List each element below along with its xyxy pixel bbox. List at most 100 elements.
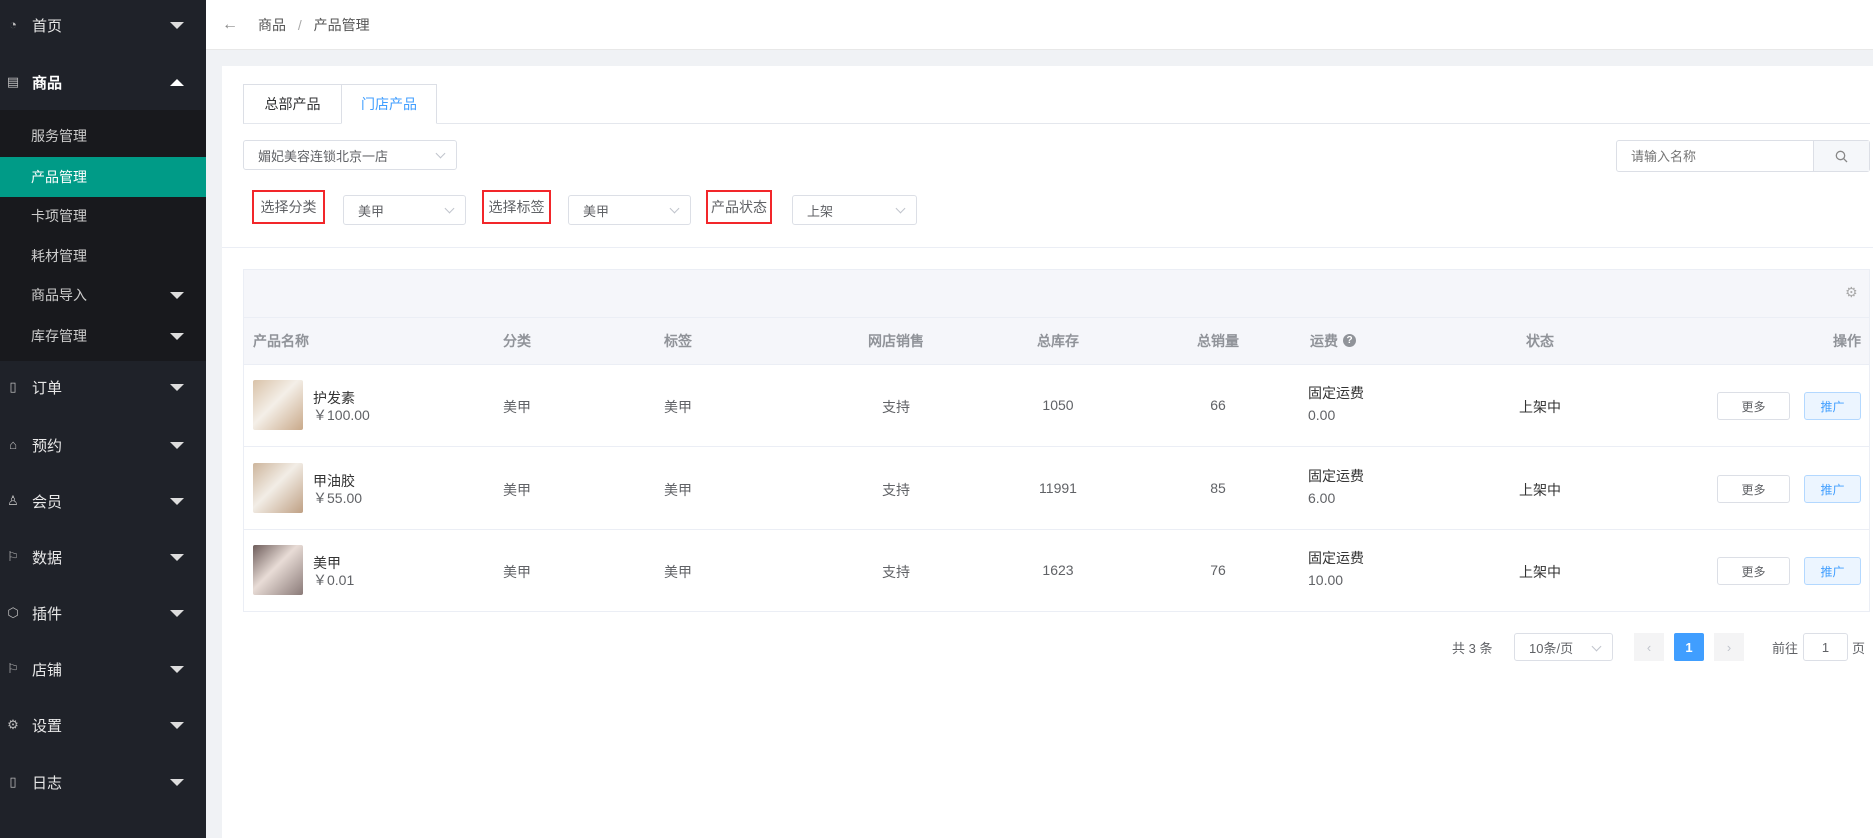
breadcrumb-item[interactable]: 商品 xyxy=(258,17,286,33)
status-filter-label: 产品状态 xyxy=(706,190,772,224)
clipboard-icon: ▯ xyxy=(9,774,17,789)
product-price: ￥0.01 xyxy=(313,572,355,588)
page-suffix: 页 xyxy=(1852,640,1866,656)
search-button[interactable] xyxy=(1813,141,1869,171)
home-icon: ⌂ xyxy=(9,437,17,452)
search-box xyxy=(1616,140,1870,172)
tab-store-products[interactable]: 门店产品 xyxy=(341,84,437,124)
freight-amount: 10.00 xyxy=(1308,572,1344,588)
sidebar-item-home[interactable]: ◔ 首页 xyxy=(0,5,206,45)
cube-icon: ⬡ xyxy=(7,605,19,620)
category-cell: 美甲 xyxy=(503,482,531,498)
product-price: ￥100.00 xyxy=(313,407,370,423)
freight-type: 固定运费 xyxy=(1308,385,1364,401)
sidebar-sub-card[interactable]: 卡项管理 xyxy=(0,196,206,236)
prev-page-button[interactable]: ‹ xyxy=(1634,633,1664,661)
user-icon: ♙ xyxy=(7,493,19,508)
sidebar-item-members[interactable]: ♙ 会员 xyxy=(0,481,206,521)
sidebar-item-settings[interactable]: ⚙ 设置 xyxy=(0,705,206,745)
document-icon: ▤ xyxy=(6,74,20,89)
sidebar-item-shop[interactable]: ⚐ 店铺 xyxy=(0,649,206,689)
caret-down-icon xyxy=(170,666,184,673)
caret-down-icon xyxy=(170,722,184,729)
more-button[interactable]: 更多 xyxy=(1717,392,1790,420)
promote-button[interactable]: 推广 xyxy=(1804,475,1861,503)
flag-icon: ⚐ xyxy=(7,549,19,564)
column-settings-gear-icon[interactable]: ⚙ xyxy=(1845,284,1858,301)
category-cell: 美甲 xyxy=(503,564,531,580)
help-icon[interactable]: ? xyxy=(1343,334,1356,347)
top-header: ← 商品 / 产品管理 xyxy=(206,0,1873,50)
column-header-stock: 总库存 xyxy=(1037,332,1079,349)
column-header-status: 状态 xyxy=(1526,332,1554,349)
back-arrow-icon[interactable]: ← xyxy=(222,16,238,34)
caret-up-icon xyxy=(170,79,184,86)
online-sale-cell: 支持 xyxy=(882,399,910,415)
sidebar-sub-import[interactable]: 商品导入 xyxy=(0,275,206,315)
product-thumbnail xyxy=(253,380,303,430)
sales-cell: 66 xyxy=(1210,397,1226,413)
page-1-button[interactable]: 1 xyxy=(1674,633,1704,661)
tag-cell: 美甲 xyxy=(664,564,692,580)
page-size-select[interactable]: 10条/页 xyxy=(1514,633,1613,661)
caret-down-icon xyxy=(170,498,184,505)
product-thumbnail xyxy=(253,545,303,595)
freight-type: 固定运费 xyxy=(1308,550,1364,566)
caret-down-icon xyxy=(170,554,184,561)
product-price: ￥55.00 xyxy=(313,490,363,506)
status-cell: 上架中 xyxy=(1519,399,1561,415)
tag-cell: 美甲 xyxy=(664,482,692,498)
tag-select[interactable]: 美甲 xyxy=(568,195,691,225)
sidebar: ◔ 首页 ▤ 商品 服务管理 产品管理 卡项管理 耗材管理 商品导入 库存管理 ▯ 订… xyxy=(0,0,206,838)
sidebar-sub-inventory[interactable]: 库存管理 xyxy=(0,316,206,356)
status-cell: 上架中 xyxy=(1519,564,1561,580)
chevron-down-icon xyxy=(1591,641,1602,652)
tab-divider xyxy=(243,123,1870,124)
freight-amount: 0.00 xyxy=(1308,407,1336,423)
chevron-down-icon xyxy=(895,203,906,214)
column-header-freight: 运费? xyxy=(1310,317,1356,364)
goto-label: 前往 xyxy=(1772,640,1799,656)
tab-hq-products[interactable]: 总部产品 xyxy=(243,84,342,124)
sidebar-item-goods[interactable]: ▤ 商品 xyxy=(0,62,206,102)
caret-down-icon xyxy=(170,292,184,299)
dashboard-icon: ◔ xyxy=(9,17,17,32)
column-header-name: 产品名称 xyxy=(253,332,309,349)
search-input[interactable] xyxy=(1617,141,1813,171)
sidebar-item-data[interactable]: ⚐ 数据 xyxy=(0,537,206,577)
sidebar-sub-service[interactable]: 服务管理 xyxy=(0,116,206,156)
goto-page-input[interactable]: 1 xyxy=(1803,633,1848,661)
sidebar-sub-product[interactable]: 产品管理 xyxy=(0,157,206,197)
category-cell: 美甲 xyxy=(503,399,531,415)
online-sale-cell: 支持 xyxy=(882,482,910,498)
column-header-actions: 操作 xyxy=(1833,332,1861,349)
more-button[interactable]: 更多 xyxy=(1717,475,1790,503)
column-header-online-sale: 网店销售 xyxy=(868,332,924,349)
promote-button[interactable]: 推广 xyxy=(1804,557,1861,585)
sidebar-item-plugins[interactable]: ⬡ 插件 xyxy=(0,593,206,633)
breadcrumb: 商品 / 产品管理 xyxy=(258,15,370,35)
category-select[interactable]: 美甲 xyxy=(343,195,466,225)
promote-button[interactable]: 推广 xyxy=(1804,392,1861,420)
caret-down-icon xyxy=(170,610,184,617)
stock-cell: 11991 xyxy=(1039,480,1077,496)
flag-icon: ⚐ xyxy=(7,661,19,676)
stock-cell: 1623 xyxy=(1042,562,1074,578)
breadcrumb-item: 产品管理 xyxy=(313,16,370,33)
sales-cell: 85 xyxy=(1210,480,1226,496)
sidebar-item-logs[interactable]: ▯ 日志 xyxy=(0,762,206,802)
freight-amount: 6.00 xyxy=(1308,490,1336,506)
category-filter-label: 选择分类 xyxy=(252,190,325,224)
caret-down-icon xyxy=(170,384,184,391)
more-button[interactable]: 更多 xyxy=(1717,557,1790,585)
next-page-button[interactable]: › xyxy=(1714,633,1744,661)
pagination-total: 共 3 条 xyxy=(1452,640,1493,656)
tag-filter-label: 选择标签 xyxy=(482,190,551,224)
sidebar-item-booking[interactable]: ⌂ 预约 xyxy=(0,425,206,465)
store-select[interactable]: 媚妃美容连锁北京一店 xyxy=(243,140,457,170)
breadcrumb-separator: / xyxy=(297,16,302,33)
sidebar-sub-consumables[interactable]: 耗材管理 xyxy=(0,236,206,276)
stock-cell: 1050 xyxy=(1042,397,1074,413)
sidebar-item-orders[interactable]: ▯ 订单 xyxy=(0,367,206,407)
status-select[interactable]: 上架 xyxy=(792,195,917,225)
